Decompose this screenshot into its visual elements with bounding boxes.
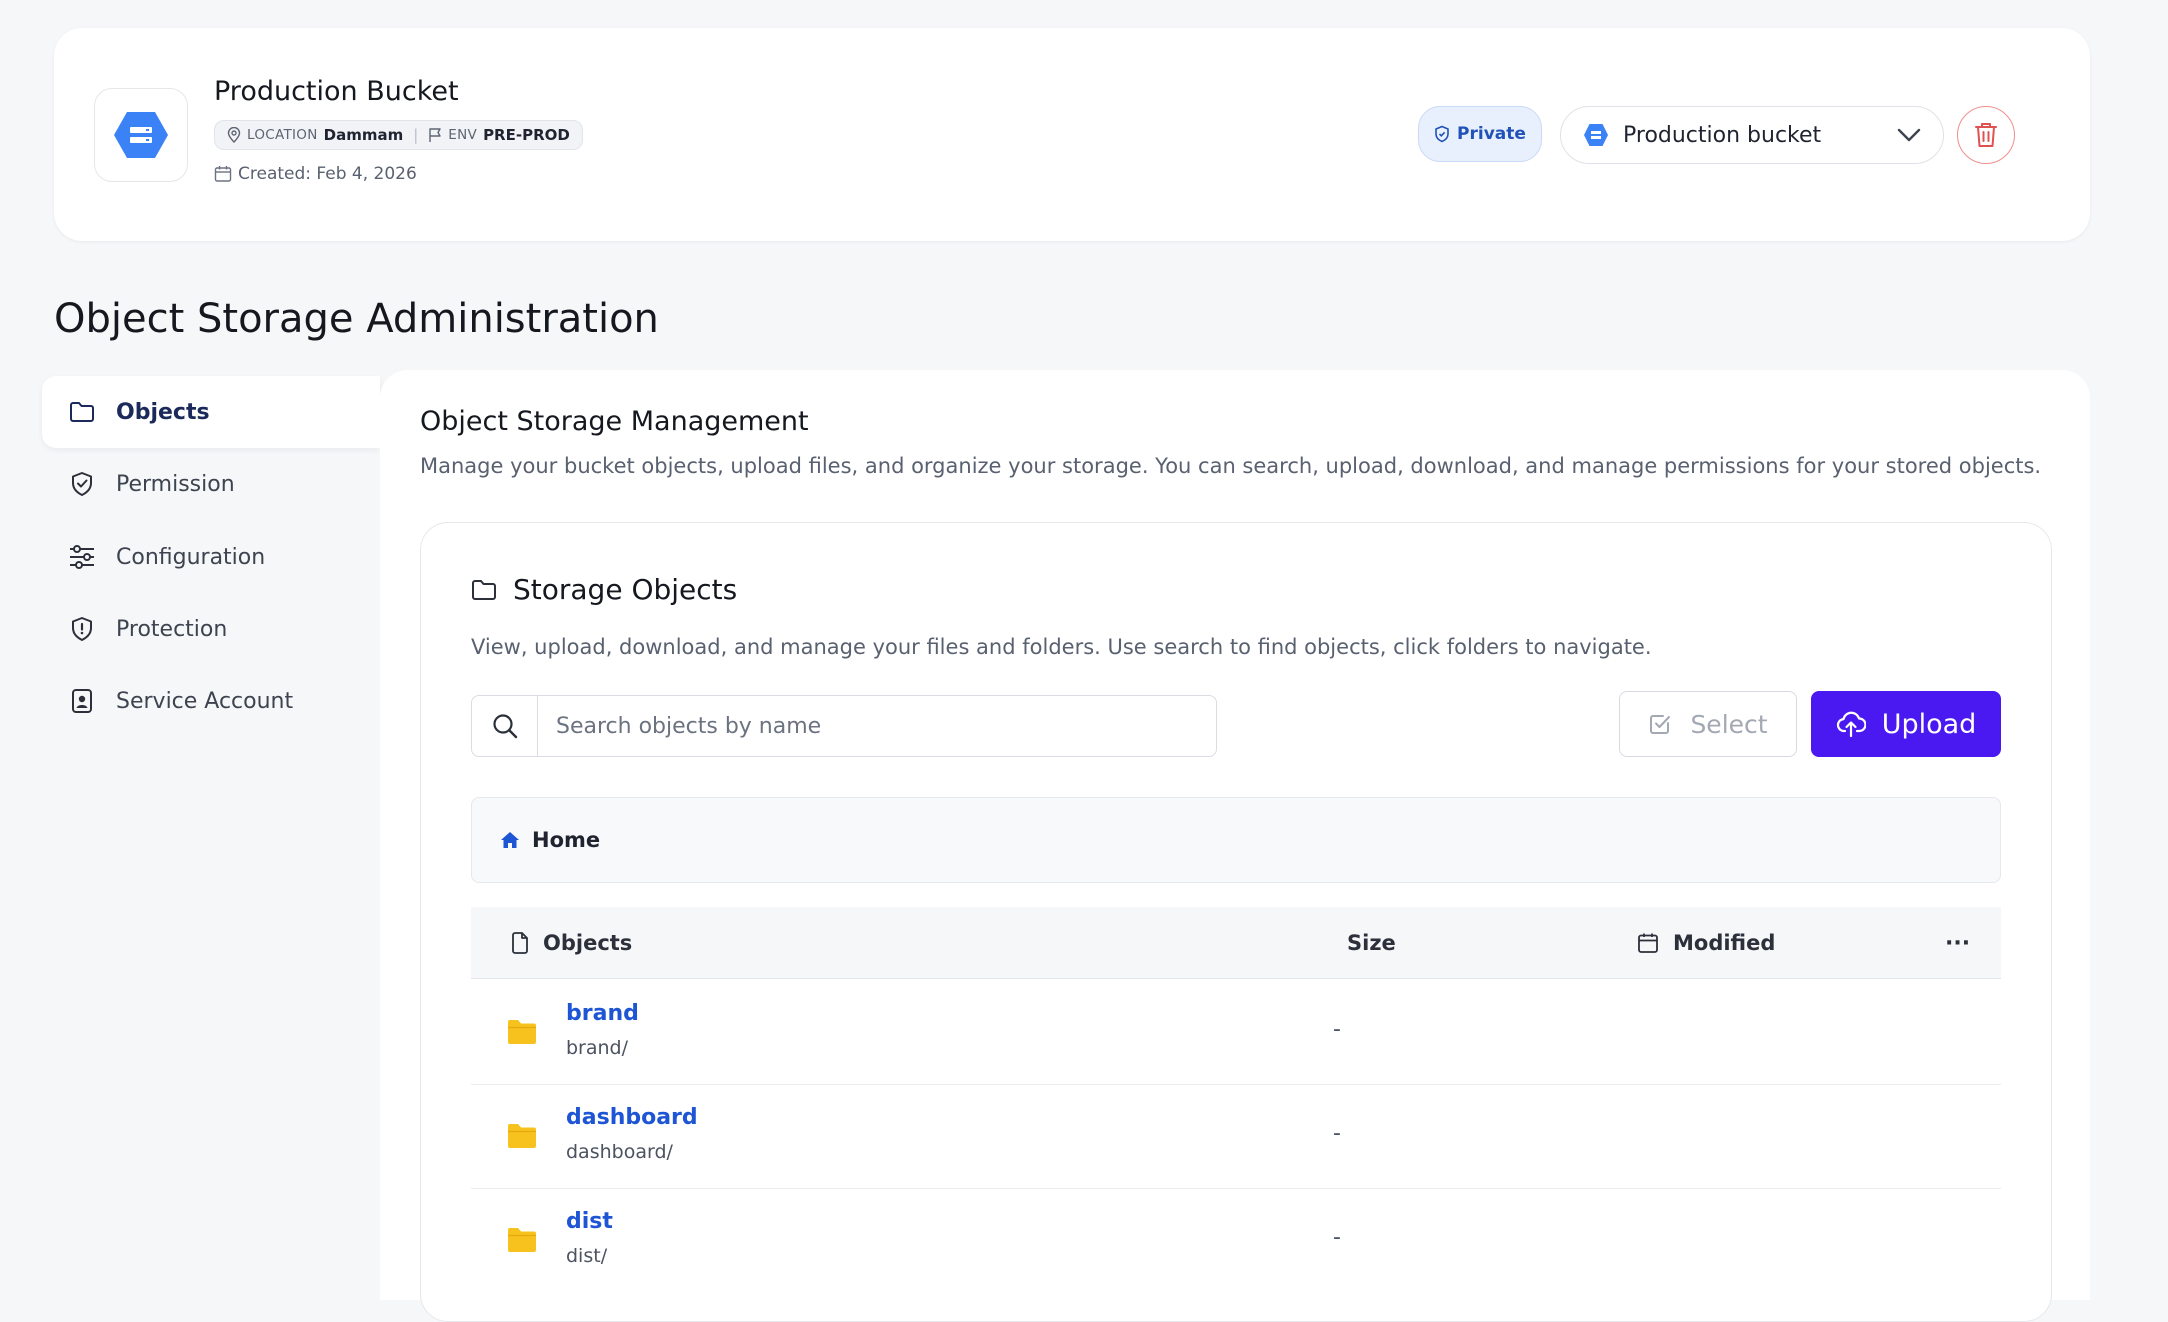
- home-icon[interactable]: [500, 831, 520, 849]
- sidebar-item-permission[interactable]: Permission: [42, 448, 380, 520]
- sidebar-item-label: Permission: [116, 471, 235, 497]
- column-modified-label: Modified: [1673, 931, 1776, 955]
- sidebar-item-label: Configuration: [116, 544, 266, 570]
- visibility-label: Private: [1457, 124, 1526, 144]
- created-text: Created: Feb 4, 2026: [238, 164, 417, 184]
- upload-button[interactable]: Upload: [1811, 691, 2001, 757]
- shield-icon: [1435, 125, 1449, 143]
- select-label: Select: [1690, 709, 1768, 739]
- object-size: -: [1333, 1121, 1341, 1146]
- search-icon-container[interactable]: [472, 696, 538, 756]
- breadcrumb-home[interactable]: Home: [532, 828, 600, 852]
- breadcrumb: Home: [471, 797, 2001, 883]
- sidebar-item-label: Service Account: [116, 688, 294, 714]
- sidebar-item-label: Protection: [116, 616, 228, 642]
- sidebar-item-protection[interactable]: Protection: [42, 593, 380, 665]
- more-options-icon[interactable]: ···: [1945, 907, 1970, 979]
- flag-icon: [429, 128, 441, 142]
- shield-alert-icon: [68, 615, 96, 643]
- visibility-badge: Private: [1418, 106, 1542, 162]
- calendar-icon: [1638, 933, 1658, 953]
- sliders-icon: [68, 543, 96, 571]
- bucket-selector[interactable]: Production bucket: [1560, 106, 1944, 164]
- storage-objects-title: Storage Objects: [513, 573, 738, 606]
- column-objects-label: Objects: [543, 931, 633, 955]
- column-size-label: Size: [1347, 931, 1396, 955]
- page-title: Object Storage Administration: [54, 296, 659, 342]
- object-path: dist/: [566, 1245, 608, 1267]
- bucket-meta-pill: LOCATION Dammam | ENV PRE-PROD: [214, 120, 583, 150]
- meta-divider: |: [413, 126, 419, 144]
- map-pin-icon: [227, 127, 241, 143]
- upload-label: Upload: [1881, 708, 1977, 740]
- bucket-header-card: Production Bucket LOCATION Dammam | ENV …: [54, 28, 2090, 241]
- file-icon: [512, 932, 528, 954]
- search-input[interactable]: [538, 696, 1216, 756]
- chevron-down-icon: [1897, 128, 1921, 142]
- column-objects: Objects: [511, 907, 632, 979]
- section-description: Manage your bucket objects, upload files…: [420, 454, 2042, 478]
- main-panel: Object Storage Management Manage your bu…: [380, 370, 2090, 1322]
- object-path: brand/: [566, 1037, 629, 1059]
- bucket-logo: [94, 88, 188, 182]
- folder-icon: [472, 579, 496, 600]
- cloud-upload-icon: [1836, 711, 1866, 737]
- table-row[interactable]: brand brand/ -: [471, 981, 2001, 1085]
- storage-objects-header: Storage Objects: [471, 573, 737, 606]
- folder-icon: [508, 1124, 536, 1148]
- folder-icon: [508, 1228, 536, 1252]
- search-box: [471, 695, 1217, 757]
- storage-objects-card: Storage Objects View, upload, download, …: [420, 522, 2052, 1322]
- object-path: dashboard/: [566, 1141, 673, 1163]
- calendar-icon: [214, 166, 232, 182]
- location-key: LOCATION: [247, 127, 318, 143]
- env-value: PRE-PROD: [483, 126, 570, 144]
- env-key: ENV: [448, 127, 478, 143]
- object-name[interactable]: dist: [566, 1209, 613, 1234]
- section-title: Object Storage Management: [420, 406, 809, 437]
- created-date: Created: Feb 4, 2026: [214, 164, 417, 184]
- bucket-selector-label: Production bucket: [1623, 122, 1822, 148]
- shield-check-icon: [68, 470, 96, 498]
- sidebar-item-service-account[interactable]: Service Account: [42, 665, 380, 737]
- storage-hexagon-icon: [1584, 124, 1608, 146]
- delete-bucket-button[interactable]: [1957, 106, 2015, 164]
- object-size: -: [1333, 1017, 1341, 1042]
- badge-id-icon: [68, 687, 96, 715]
- object-name[interactable]: brand: [566, 1001, 639, 1026]
- storage-hexagon-icon: [114, 112, 168, 158]
- table-header: Objects Size Modified ···: [471, 907, 2001, 979]
- search-icon: [492, 714, 517, 739]
- folder-icon: [508, 1020, 536, 1044]
- object-size: -: [1333, 1225, 1341, 1250]
- folder-icon: [68, 398, 96, 426]
- sidebar-item-objects[interactable]: Objects: [42, 376, 380, 448]
- sidebar-item-configuration[interactable]: Configuration: [42, 521, 380, 593]
- location-value: Dammam: [323, 126, 404, 144]
- storage-objects-description: View, upload, download, and manage your …: [471, 635, 1652, 659]
- select-button[interactable]: Select: [1619, 691, 1797, 757]
- bucket-name: Production Bucket: [214, 76, 459, 107]
- checkbox-icon: [1650, 715, 1671, 734]
- table-row[interactable]: dist dist/ -: [471, 1189, 2001, 1293]
- column-modified: Modified: [1637, 907, 1775, 979]
- table-row[interactable]: dashboard dashboard/ -: [471, 1085, 2001, 1189]
- column-size: Size: [1347, 907, 1396, 979]
- sidebar-item-label: Objects: [116, 399, 210, 425]
- object-name[interactable]: dashboard: [566, 1105, 698, 1130]
- trash-icon: [1975, 123, 1997, 147]
